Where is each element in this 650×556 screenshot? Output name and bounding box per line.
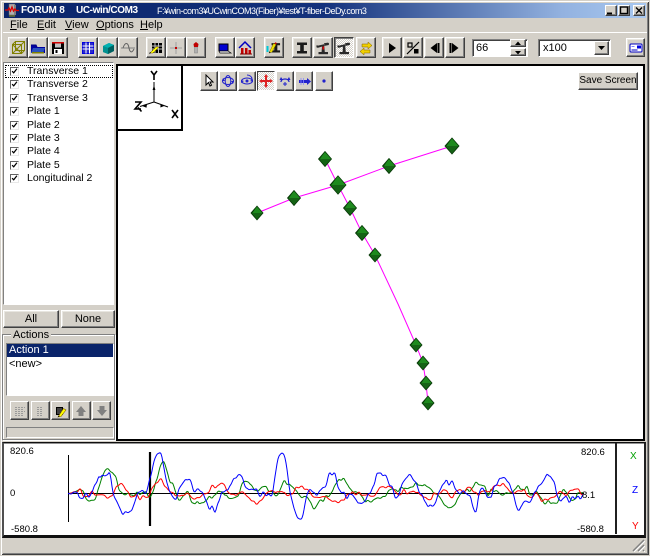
svg-text:-580.8: -580.8 [577, 524, 604, 534]
svg-text:Z: Z [632, 485, 638, 496]
svg-text:8.1: 8.1 [582, 490, 595, 501]
svg-text:820.6: 820.6 [581, 447, 605, 458]
svg-text:X: X [630, 451, 637, 462]
svg-text:820.6: 820.6 [10, 446, 34, 457]
svg-text:0: 0 [10, 488, 15, 499]
svg-text:-580.8: -580.8 [11, 524, 38, 534]
svg-text:Y: Y [632, 521, 639, 532]
